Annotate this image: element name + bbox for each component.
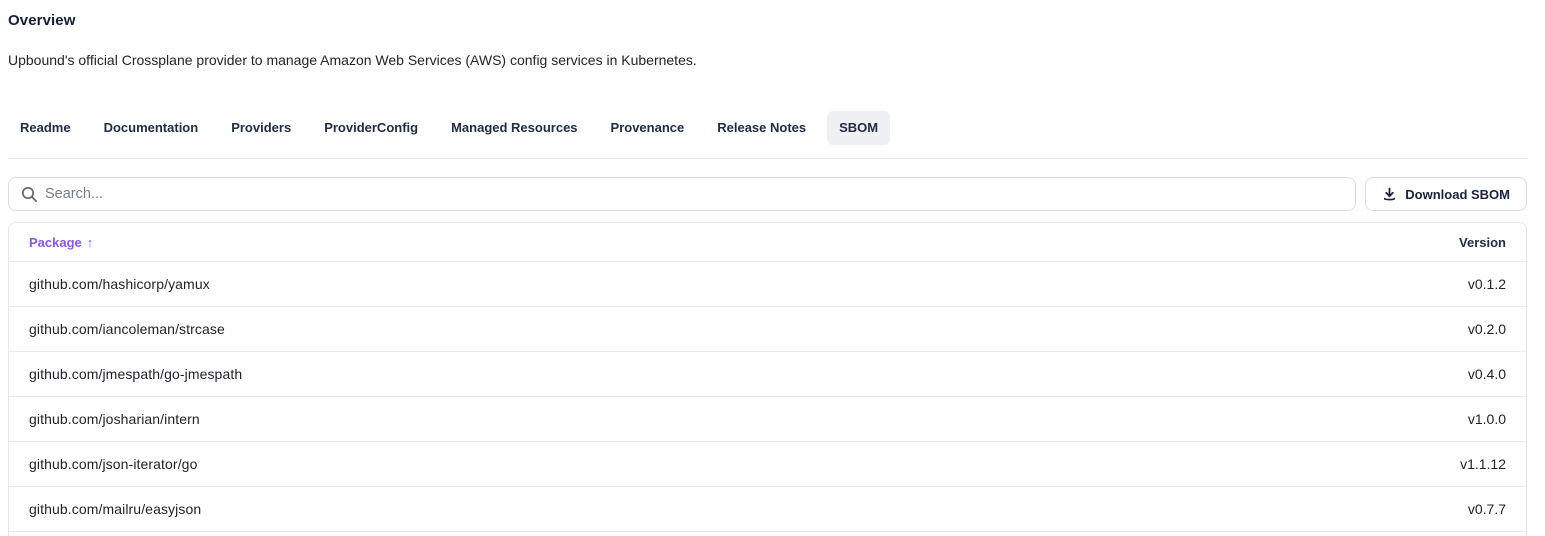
search-icon	[21, 186, 38, 203]
tab-readme[interactable]: Readme	[8, 111, 83, 145]
download-sbom-button[interactable]: Download SBOM	[1365, 177, 1527, 211]
table-row: github.com/iancoleman/strcase v0.2.0	[9, 307, 1526, 352]
tab-release-notes[interactable]: Release Notes	[705, 111, 818, 145]
package-description: Upbound's official Crossplane provider t…	[8, 53, 1527, 68]
package-version: v1.0.0	[1468, 411, 1506, 427]
tab-providers[interactable]: Providers	[219, 111, 303, 145]
package-column-label: Package	[29, 235, 82, 250]
table-row: github.com/json-iterator/go v1.1.12	[9, 442, 1526, 487]
sort-ascending-icon: ↑	[87, 235, 94, 250]
search-box	[8, 177, 1356, 211]
package-name: github.com/jmespath/go-jmespath	[29, 366, 242, 382]
page-title: Overview	[8, 0, 1527, 29]
package-name: github.com/hashicorp/yamux	[29, 276, 210, 292]
tab-provenance[interactable]: Provenance	[599, 111, 697, 145]
package-version: v0.7.7	[1468, 501, 1506, 517]
sbom-toolbar: Download SBOM	[8, 177, 1527, 211]
search-input[interactable]	[9, 178, 1355, 210]
package-name: github.com/json-iterator/go	[29, 456, 197, 472]
table-header-row: Package ↑ Version	[9, 223, 1526, 262]
package-name: github.com/iancoleman/strcase	[29, 321, 225, 337]
tab-bar: Readme Documentation Providers ProviderC…	[8, 111, 1527, 159]
package-name: github.com/josharian/intern	[29, 411, 200, 427]
package-version: v0.1.2	[1468, 276, 1506, 292]
table-row: github.com/josharian/intern v1.0.0	[9, 397, 1526, 442]
download-button-label: Download SBOM	[1405, 187, 1510, 202]
page-content: Overview Upbound's official Crossplane p…	[8, 0, 1527, 536]
table-row: github.com/jmespath/go-jmespath v0.4.0	[9, 352, 1526, 397]
table-row: github.com/mailru/easyjson v0.7.7	[9, 487, 1526, 532]
package-version: v1.1.12	[1460, 456, 1506, 472]
tab-managed-resources[interactable]: Managed Resources	[439, 111, 589, 145]
column-header-package[interactable]: Package ↑	[29, 235, 93, 250]
table-row: github.com/hashicorp/yamux v0.1.2	[9, 262, 1526, 307]
package-version: v0.2.0	[1468, 321, 1506, 337]
download-icon	[1382, 187, 1397, 202]
table-row-partial	[9, 532, 1526, 536]
package-version: v0.4.0	[1468, 366, 1506, 382]
sbom-package-table: Package ↑ Version github.com/hashicorp/y…	[8, 222, 1527, 536]
package-name: github.com/mailru/easyjson	[29, 501, 201, 517]
tab-sbom[interactable]: SBOM	[827, 111, 890, 145]
column-header-version[interactable]: Version	[1459, 235, 1506, 250]
tab-documentation[interactable]: Documentation	[92, 111, 211, 145]
tab-providerconfig[interactable]: ProviderConfig	[312, 111, 430, 145]
